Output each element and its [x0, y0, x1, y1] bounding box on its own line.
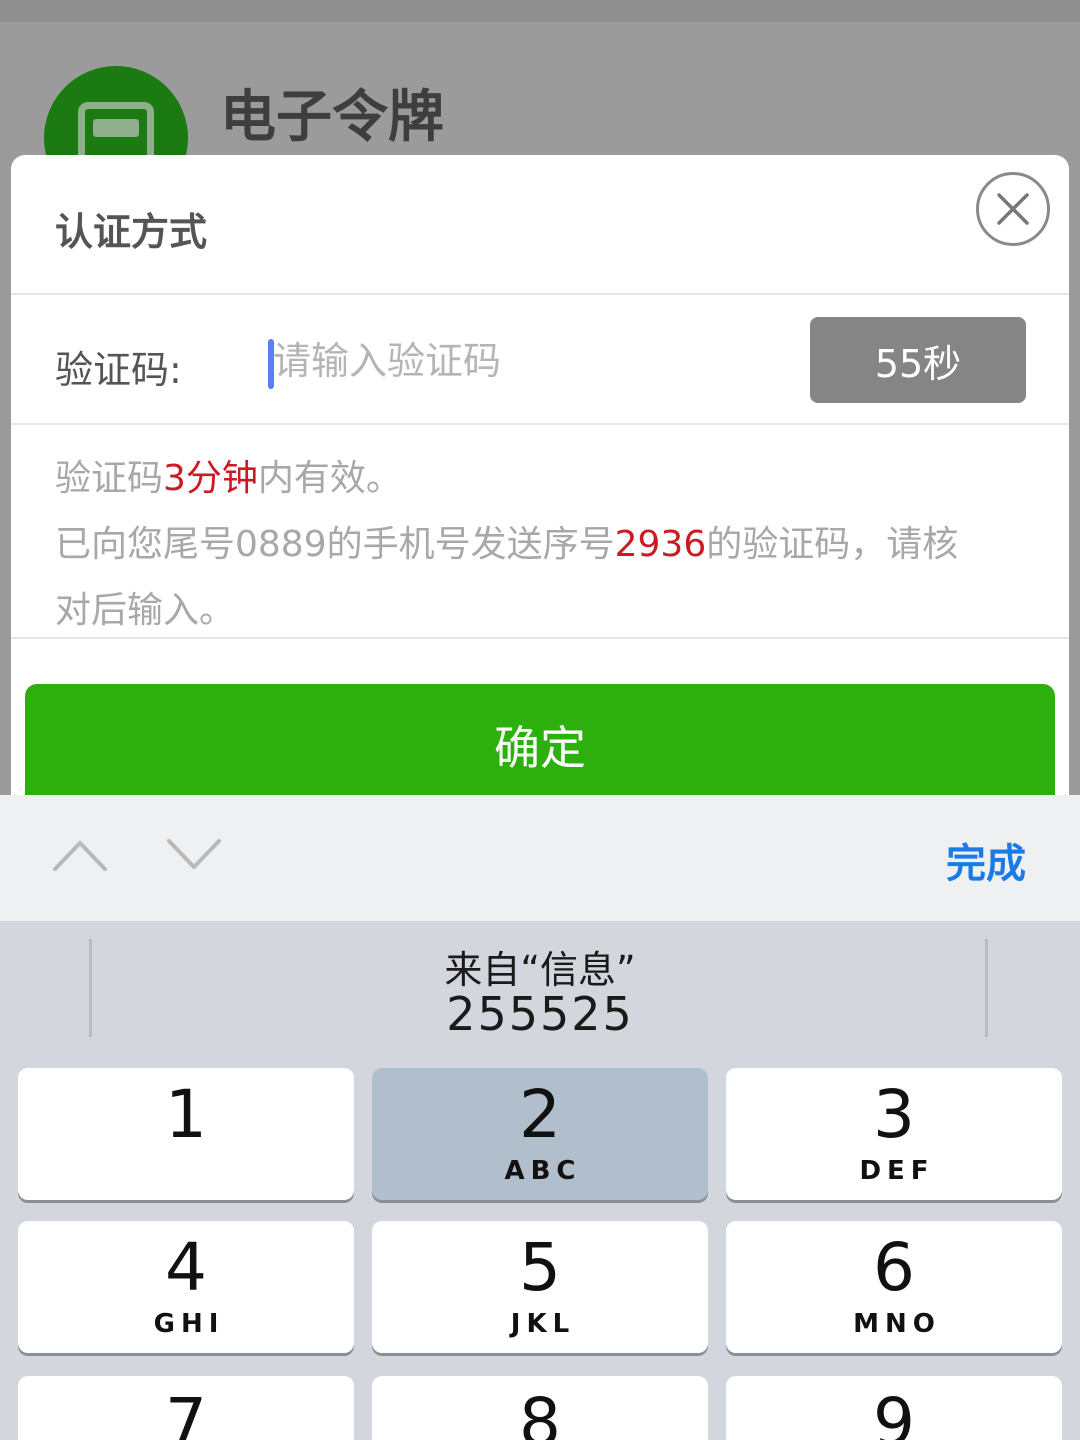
close-icon	[997, 193, 1029, 225]
key-1[interactable]: 1	[18, 1068, 354, 1200]
auth-dialog: 认证方式 验证码: 55秒 验证码3分钟内有效。 已向您尾号0889的手机号发送…	[11, 155, 1069, 800]
notice-line-2: 已向您尾号0889的手机号发送序号2936的验证码，请核	[55, 524, 959, 565]
suggested-code[interactable]: 255525	[0, 987, 1080, 1041]
app-title: 电子令牌	[220, 85, 444, 150]
done-button[interactable]: 完成	[946, 831, 1026, 889]
numeric-keyboard: 来自“信息” 255525 1 2 ABC 3 DEF 4 GHI 5 JKL …	[0, 921, 1080, 1440]
key-8[interactable]: 8	[372, 1376, 708, 1440]
status-bar-strip	[0, 0, 1080, 22]
chevron-down-icon[interactable]	[166, 831, 222, 875]
dialog-header: 认证方式	[11, 155, 1069, 295]
verification-code-row: 验证码: 55秒	[11, 297, 1069, 425]
keyboard-toolbar: 完成	[0, 795, 1080, 921]
key-5[interactable]: 5 JKL	[372, 1221, 708, 1353]
key-6[interactable]: 6 MNO	[726, 1221, 1062, 1353]
key-4[interactable]: 4 GHI	[18, 1221, 354, 1353]
resend-timer-button[interactable]: 55秒	[810, 317, 1026, 403]
verification-code-input[interactable]	[267, 333, 787, 389]
key-7[interactable]: 7	[18, 1376, 354, 1440]
dialog-title: 认证方式	[55, 210, 208, 254]
notice-line-1: 验证码3分钟内有效。	[55, 458, 402, 499]
validity-highlight: 3分钟	[163, 458, 258, 499]
key-9[interactable]: 9	[726, 1376, 1062, 1440]
close-button[interactable]	[976, 172, 1050, 246]
notice-line-3: 对后输入。	[55, 590, 236, 631]
confirm-button[interactable]: 确定	[25, 684, 1055, 800]
suggestion-source[interactable]: 来自“信息”	[0, 939, 1080, 994]
chevron-up-icon[interactable]	[52, 831, 108, 875]
text-caret	[268, 339, 274, 389]
key-2[interactable]: 2 ABC	[372, 1068, 708, 1200]
code-notice: 验证码3分钟内有效。 已向您尾号0889的手机号发送序号2936的验证码，请核 …	[11, 427, 1069, 639]
code-label: 验证码:	[55, 348, 182, 392]
key-3[interactable]: 3 DEF	[726, 1068, 1062, 1200]
serial-highlight: 2936	[614, 524, 707, 565]
